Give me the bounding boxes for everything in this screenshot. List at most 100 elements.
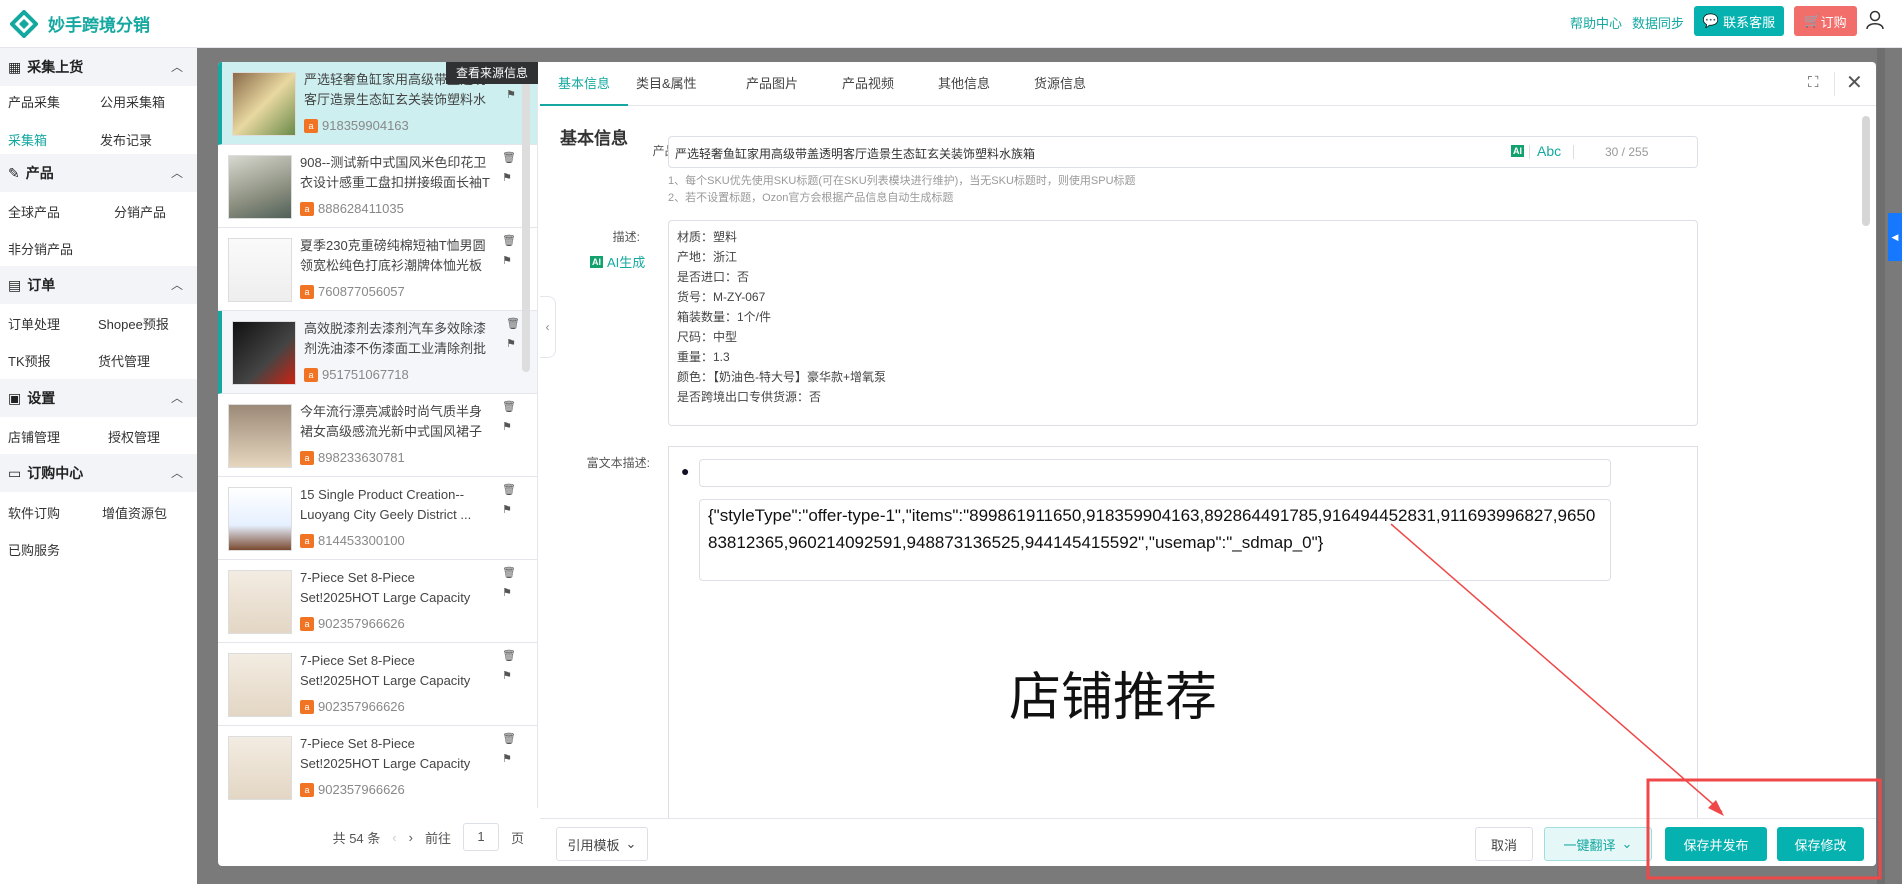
product-id: 898233630781 bbox=[318, 450, 405, 465]
product-id: 902357966626 bbox=[318, 782, 405, 797]
flag-icon[interactable]: ⚑ bbox=[506, 337, 516, 350]
rich-json-textarea[interactable]: {"styleType":"offer-type-1","items":"899… bbox=[699, 499, 1611, 581]
product-title-input[interactable]: 严选轻奢鱼缸家用高级带盖透明客厅造景生态缸玄关装饰塑料水族箱 AI Abc 30… bbox=[668, 136, 1698, 168]
trash-icon[interactable]: 🗑 bbox=[502, 649, 516, 662]
product-title: 7-Piece Set 8-Piece Set!2025HOT Large Ca… bbox=[300, 570, 471, 605]
tab-category-attributes[interactable]: 类目&属性 bbox=[636, 62, 697, 106]
tab-product-images[interactable]: 产品图片 bbox=[746, 62, 798, 106]
pagination: 共 54 条 ‹ › 前往 1 页 bbox=[218, 808, 538, 866]
save-changes-button[interactable]: 保存修改 bbox=[1777, 827, 1864, 861]
sidebar-item-tk-forecast[interactable]: TK预报 bbox=[8, 351, 51, 370]
close-icon[interactable]: ✕ bbox=[1846, 70, 1863, 95]
sidebar-group-purchase-center[interactable]: ▭ 订购中心 ︿ bbox=[0, 454, 197, 492]
product-source-id[interactable]: a 898233630781 bbox=[300, 450, 405, 465]
trash-icon[interactable]: 🗑 bbox=[502, 400, 516, 413]
product-source-id[interactable]: a 902357966626 bbox=[300, 616, 405, 631]
prev-page-button[interactable]: ‹ bbox=[392, 830, 396, 845]
sidebar-item-distribution-products[interactable]: 分销产品 bbox=[114, 202, 166, 221]
product-list-item[interactable]: 7-Piece Set 8-Piece Set!2025HOT Large Ca… bbox=[218, 726, 537, 808]
flag-icon[interactable]: ⚑ bbox=[506, 88, 516, 101]
list-scrollbar[interactable] bbox=[522, 62, 530, 372]
trash-icon[interactable]: 🗑 bbox=[502, 566, 516, 579]
shop-recommend-banner: 店铺推荐 bbox=[1009, 669, 1218, 727]
logo-icon bbox=[10, 10, 38, 38]
ai-title-button[interactable]: AI bbox=[1511, 145, 1524, 157]
contact-service-button[interactable]: 💬 联系客服 bbox=[1694, 6, 1784, 36]
flag-icon[interactable]: ⚑ bbox=[502, 503, 512, 516]
tab-source-info[interactable]: 货源信息 bbox=[1034, 62, 1086, 106]
tab-product-video[interactable]: 产品视频 bbox=[842, 62, 894, 106]
order-label: 订购 bbox=[1820, 14, 1847, 30]
product-source-id[interactable]: a 814453300100 bbox=[300, 533, 405, 548]
product-source-id[interactable]: a 902357966626 bbox=[300, 782, 405, 797]
sidebar-item-global-products[interactable]: 全球产品 bbox=[8, 202, 60, 221]
sidebar-item-collect-box[interactable]: 采集箱 bbox=[8, 130, 47, 149]
sidebar-item-store-management[interactable]: 店铺管理 bbox=[8, 427, 60, 446]
flag-icon[interactable]: ⚑ bbox=[502, 669, 512, 682]
sidebar-item-auth-management[interactable]: 授权管理 bbox=[108, 427, 160, 446]
sidebar-group-orders[interactable]: ▤ 订单 ︿ bbox=[0, 266, 197, 304]
help-center-link[interactable]: 帮助中心 bbox=[1570, 13, 1622, 32]
product-source-id[interactable]: a 918359904163 bbox=[304, 118, 409, 133]
description-textarea[interactable]: 材质：塑料 产地：浙江 是否进口：否 货号：M-ZY-067 箱装数量：1个/件 尺码：中… bbox=[668, 220, 1698, 426]
one-click-translate-button[interactable]: 一键翻译 ⌄ bbox=[1544, 827, 1652, 861]
user-icon[interactable] bbox=[1866, 10, 1884, 30]
tab-other-info[interactable]: 其他信息 bbox=[938, 62, 990, 106]
use-template-button[interactable]: 引用模板 ⌄ bbox=[556, 827, 648, 861]
order-button[interactable]: 🛒 订购 bbox=[1794, 6, 1857, 36]
rich-text-input[interactable] bbox=[699, 459, 1611, 487]
divider bbox=[1834, 72, 1835, 96]
product-id: 918359904163 bbox=[322, 118, 409, 133]
product-thumbnail bbox=[228, 487, 292, 551]
fullscreen-icon[interactable]: ⛶ bbox=[1808, 74, 1819, 91]
trash-icon[interactable]: 🗑 bbox=[506, 317, 520, 330]
sidebar-group-settings[interactable]: ▣ 设置 ︿ bbox=[0, 379, 197, 417]
tab-basic-info[interactable]: 基本信息 bbox=[540, 62, 629, 106]
flag-icon[interactable]: ⚑ bbox=[502, 254, 512, 267]
sidebar-item-publish-log[interactable]: 发布记录 bbox=[100, 130, 152, 149]
product-list-item[interactable]: 高效脱漆剂去漆剂汽车多效除漆剂洗油漆不伤漆面工业清除剂批发 a 951751067… bbox=[218, 311, 537, 394]
rich-text-editor[interactable]: ● {"styleType":"offer-type-1","items":"8… bbox=[668, 446, 1698, 818]
next-page-button[interactable]: › bbox=[409, 830, 413, 845]
product-source-id[interactable]: a 951751067718 bbox=[304, 367, 409, 382]
page-scrollbar[interactable] bbox=[1877, 48, 1885, 884]
product-list-item[interactable]: 7-Piece Set 8-Piece Set!2025HOT Large Ca… bbox=[218, 643, 537, 726]
trash-icon[interactable]: 🗑 bbox=[502, 732, 516, 745]
content-scrollbar[interactable] bbox=[1862, 116, 1870, 226]
ai-generate-button[interactable]: AI AI生成 bbox=[590, 252, 645, 271]
trash-icon[interactable]: 🗑 bbox=[502, 234, 516, 247]
flag-icon[interactable]: ⚑ bbox=[502, 752, 512, 765]
data-sync-link[interactable]: 数据同步 bbox=[1632, 13, 1684, 32]
group-title: 设置 bbox=[27, 390, 56, 406]
sidebar-item-purchased-services[interactable]: 已购服务 bbox=[8, 540, 60, 559]
product-source-id[interactable]: a 902357966626 bbox=[300, 699, 405, 714]
sidebar-item-forwarder[interactable]: 货代管理 bbox=[98, 351, 150, 370]
product-source-id[interactable]: a 760877056057 bbox=[300, 284, 405, 299]
sidebar-item-product-collect[interactable]: 产品采集 bbox=[8, 92, 60, 111]
cancel-button[interactable]: 取消 bbox=[1475, 827, 1533, 861]
flag-icon[interactable]: ⚑ bbox=[502, 586, 512, 599]
side-drawer-tab[interactable]: ◀ bbox=[1888, 213, 1902, 261]
product-list-item[interactable]: 夏季230克重磅纯棉短袖T恤男圆领宽松纯色打底衫潮牌体恤光板批发 a 760877… bbox=[218, 228, 537, 311]
sidebar-item-order-processing[interactable]: 订单处理 bbox=[8, 314, 60, 333]
sidebar-item-software-order[interactable]: 软件订购 bbox=[8, 503, 60, 522]
product-source-id[interactable]: a 888628411035 bbox=[300, 201, 404, 216]
product-list-item[interactable]: 908--测试新中式国风米色印花卫衣设计感重工盘扣拼接缎面长袖T恤... a 88… bbox=[218, 145, 537, 228]
sidebar-item-value-pack[interactable]: 增值资源包 bbox=[102, 503, 167, 522]
sidebar-item-public-box[interactable]: 公用采集箱 bbox=[100, 92, 165, 111]
sidebar-item-non-distribution[interactable]: 非分销产品 bbox=[8, 239, 73, 258]
sidebar-group-product[interactable]: ✎ 产品 ︿ bbox=[0, 154, 197, 192]
product-list-item[interactable]: 15 Single Product Creation--Luoyang City… bbox=[218, 477, 537, 560]
page-input[interactable]: 1 bbox=[462, 823, 499, 851]
chevron-down-icon: ⌄ bbox=[1621, 836, 1633, 851]
sidebar-item-shopee-forecast[interactable]: Shopee预报 bbox=[98, 314, 169, 333]
translate-abc-button[interactable]: Abc bbox=[1537, 143, 1561, 159]
trash-icon[interactable]: 🗑 bbox=[502, 483, 516, 496]
sidebar-group-collect[interactable]: ▦ 采集上货 ︿ bbox=[0, 48, 197, 86]
product-list-item[interactable]: 7-Piece Set 8-Piece Set!2025HOT Large Ca… bbox=[218, 560, 537, 643]
save-and-publish-button[interactable]: 保存并发布 bbox=[1665, 827, 1767, 861]
flag-icon[interactable]: ⚑ bbox=[502, 171, 512, 184]
product-list-item[interactable]: 今年流行漂亮减龄时尚气质半身裙女高级感流光新中式国风裙子小众 a 89823363… bbox=[218, 394, 537, 477]
trash-icon[interactable]: 🗑 bbox=[502, 151, 516, 164]
flag-icon[interactable]: ⚑ bbox=[502, 420, 512, 433]
